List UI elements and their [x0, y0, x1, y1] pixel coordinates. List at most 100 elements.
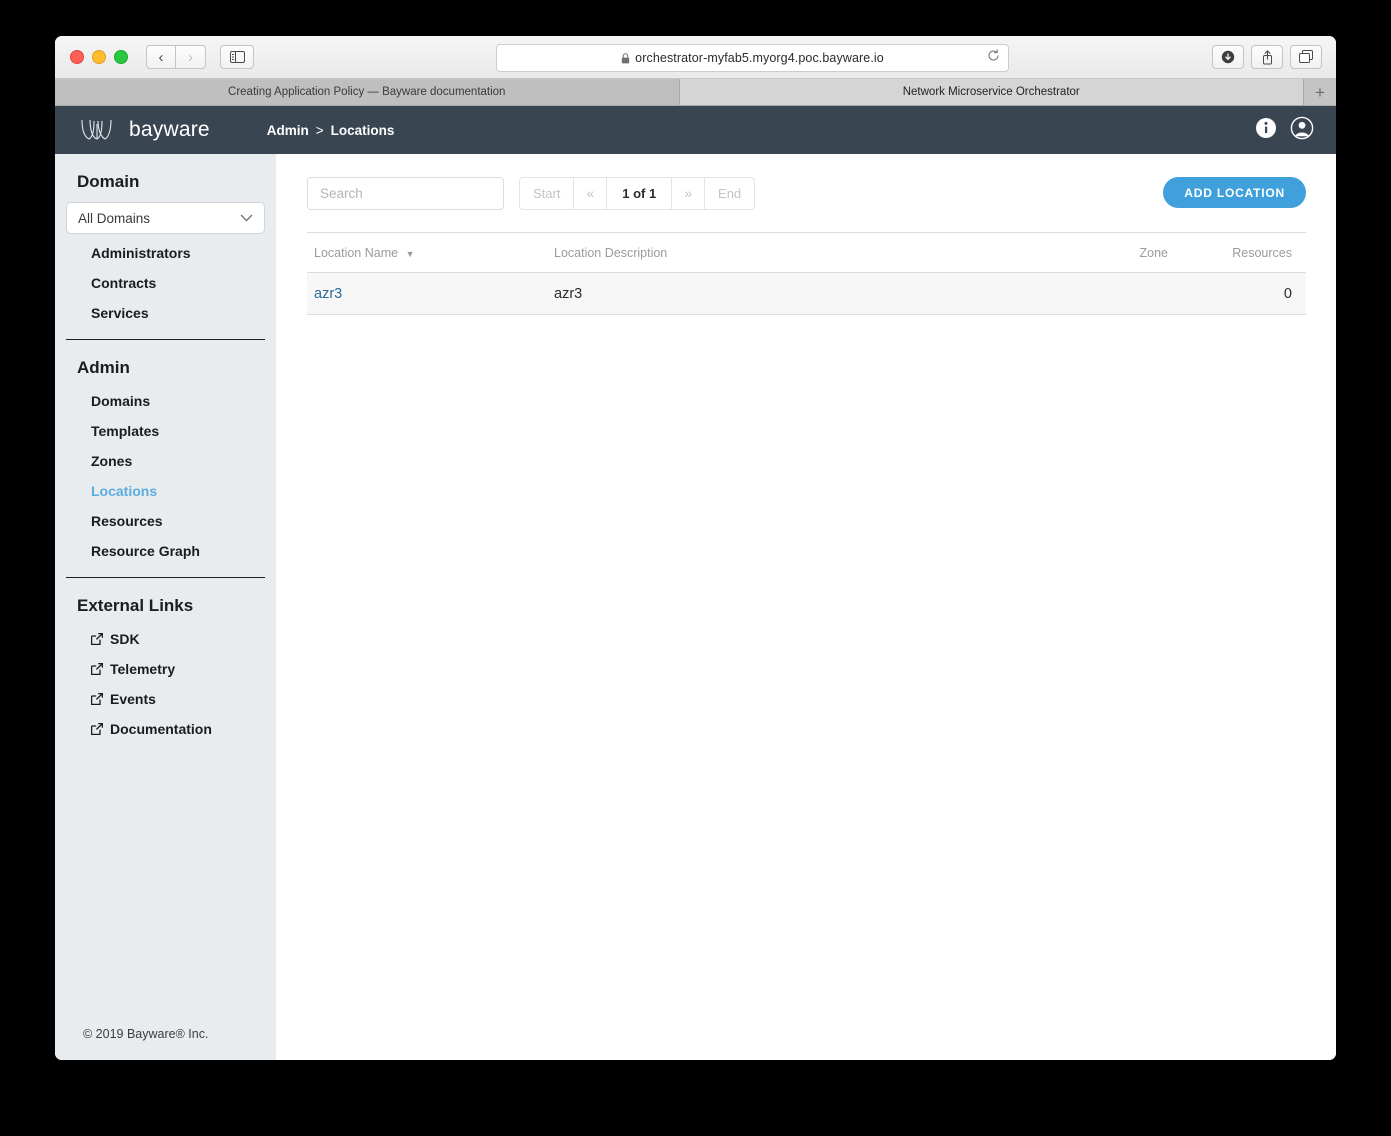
cell-location-description: azr3	[554, 285, 583, 302]
sidebar-item-resource-graph[interactable]: Resource Graph	[55, 536, 276, 566]
sidebar-toggle-icon	[229, 51, 245, 63]
table-row[interactable]: azr3 azr3 0	[307, 273, 1306, 315]
info-icon[interactable]	[1255, 117, 1277, 144]
sidebar-section-external-links-title: External Links	[77, 596, 194, 615]
plus-icon: +	[1315, 82, 1325, 102]
lock-icon	[621, 52, 630, 64]
pagination-prev-button[interactable]: «	[573, 176, 607, 210]
browser-tab-title: Creating Application Policy — Bayware do…	[228, 86, 506, 98]
pagination-end-button[interactable]: End	[704, 176, 756, 210]
sidebar-item-telemetry[interactable]: Telemetry	[55, 654, 276, 684]
minimize-window-button[interactable]	[92, 50, 106, 64]
browser-toolbar-actions	[1212, 45, 1322, 69]
sidebar-item-sdk[interactable]: SDK	[55, 624, 276, 654]
breadcrumb-separator: >	[315, 122, 324, 138]
chevron-down-icon	[240, 214, 253, 222]
browser-tab-orchestrator[interactable]: Network Microservice Orchestrator	[679, 79, 1304, 105]
column-header-label: Location Name	[314, 245, 399, 260]
breadcrumb: Admin > Locations	[267, 123, 395, 138]
sidebar-item-label: Domains	[91, 393, 151, 409]
breadcrumb-current: Locations	[330, 122, 395, 138]
sidebar-section-admin-title: Admin	[77, 358, 130, 377]
browser-toolbar: ‹ › orchestrator-myfab5.myorg4.poc.baywa…	[55, 36, 1336, 79]
app-header: bayware Admin > Locations	[55, 106, 1336, 154]
back-button[interactable]: ‹	[146, 45, 176, 69]
header-actions	[1255, 116, 1314, 145]
sidebar-item-templates[interactable]: Templates	[55, 416, 276, 446]
address-bar[interactable]: orchestrator-myfab5.myorg4.poc.bayware.i…	[496, 44, 1009, 72]
new-tab-button[interactable]: +	[1304, 79, 1336, 105]
forward-button[interactable]: ›	[176, 45, 206, 69]
app-body: Domain All Domains Administrators Contra…	[55, 154, 1336, 1060]
pagination: Start « 1 of 1 » End	[519, 176, 756, 210]
search-input[interactable]	[307, 176, 504, 210]
sidebar-item-label: Events	[110, 691, 156, 707]
show-all-tabs-button[interactable]	[1290, 45, 1322, 69]
sidebar-item-documentation[interactable]: Documentation	[55, 714, 276, 744]
locations-table: Location Name ▼ Location Description Zon…	[307, 232, 1306, 315]
address-bar-url: orchestrator-myfab5.myorg4.poc.bayware.i…	[635, 51, 884, 65]
column-header-location-description[interactable]: Location Description	[547, 246, 1076, 260]
cell-location-name: azr3	[307, 286, 547, 302]
bayware-wave-logo-icon	[80, 118, 122, 142]
reload-icon[interactable]	[987, 49, 1000, 67]
downloads-button[interactable]	[1212, 45, 1244, 69]
tab-bar: Creating Application Policy — Bayware do…	[55, 79, 1336, 106]
browser-nav-buttons: ‹ ›	[146, 45, 206, 69]
column-header-zone[interactable]: Zone	[1076, 246, 1186, 260]
sidebar-item-label: Zones	[91, 453, 133, 469]
sidebar-item-services[interactable]: Services	[55, 298, 276, 328]
column-header-resources[interactable]: Resources	[1186, 246, 1306, 260]
sidebar: Domain All Domains Administrators Contra…	[55, 154, 276, 1060]
sort-descending-icon: ▼	[405, 248, 415, 259]
sidebar-item-label: Telemetry	[110, 661, 176, 677]
browser-tab-title: Network Microservice Orchestrator	[902, 86, 1080, 98]
sidebar-item-label: SDK	[110, 631, 140, 647]
add-location-button[interactable]: ADD LOCATION	[1163, 177, 1306, 208]
sidebar-item-contracts[interactable]: Contracts	[55, 268, 276, 298]
user-account-icon[interactable]	[1290, 116, 1314, 145]
sidebar-item-domains[interactable]: Domains	[55, 386, 276, 416]
tab-overview-icon	[1298, 50, 1313, 63]
content-toolbar: Start « 1 of 1 » End ADD LOCATION	[276, 154, 1336, 232]
sidebar-item-locations[interactable]: Locations	[55, 476, 276, 506]
sidebar-item-label: Contracts	[91, 275, 157, 291]
sidebar-copyright: © 2019 Bayware® Inc.	[83, 1027, 209, 1041]
domain-select[interactable]: All Domains	[66, 202, 265, 234]
cell-resources: 0	[1283, 285, 1292, 302]
browser-tab-documentation[interactable]: Creating Application Policy — Bayware do…	[55, 79, 680, 105]
share-icon	[1262, 49, 1272, 64]
sidebar-section-domain-title: Domain	[77, 172, 140, 191]
app-logo[interactable]: bayware	[80, 118, 210, 142]
pagination-next-button[interactable]: »	[671, 176, 705, 210]
app-logo-text: bayware	[129, 118, 210, 141]
sidebar-item-label: Templates	[91, 423, 160, 439]
external-link-icon	[91, 633, 103, 645]
table-header-row: Location Name ▼ Location Description Zon…	[307, 233, 1306, 273]
sidebar-item-resources[interactable]: Resources	[55, 506, 276, 536]
share-button[interactable]	[1251, 45, 1283, 69]
column-header-label: Zone	[1139, 245, 1169, 260]
column-header-label: Location Description	[554, 245, 668, 260]
pagination-current-page: 1 of 1	[606, 176, 672, 210]
sidebar-item-label: Locations	[91, 483, 158, 499]
sidebar-item-label: Resources	[91, 513, 163, 529]
maximize-window-button[interactable]	[114, 50, 128, 64]
column-header-label: Resources	[1232, 245, 1292, 260]
domain-select-value: All Domains	[78, 210, 151, 226]
screen: ‹ › orchestrator-myfab5.myorg4.poc.baywa…	[0, 0, 1391, 1136]
location-name-link[interactable]: azr3	[314, 286, 342, 302]
browser-window: ‹ › orchestrator-myfab5.myorg4.poc.baywa…	[55, 36, 1336, 1060]
back-chevron-icon: ‹	[158, 48, 164, 66]
sidebar-item-events[interactable]: Events	[55, 684, 276, 714]
pagination-start-button[interactable]: Start	[519, 176, 574, 210]
sidebar-item-label: Documentation	[110, 721, 212, 737]
close-window-button[interactable]	[70, 50, 84, 64]
sidebar-item-administrators[interactable]: Administrators	[55, 238, 276, 268]
column-header-location-name[interactable]: Location Name ▼	[307, 246, 547, 260]
sidebar-toggle-button[interactable]	[220, 45, 254, 69]
breadcrumb-root[interactable]: Admin	[267, 123, 309, 138]
window-controls	[70, 50, 128, 64]
sidebar-item-zones[interactable]: Zones	[55, 446, 276, 476]
external-link-icon	[91, 693, 103, 705]
